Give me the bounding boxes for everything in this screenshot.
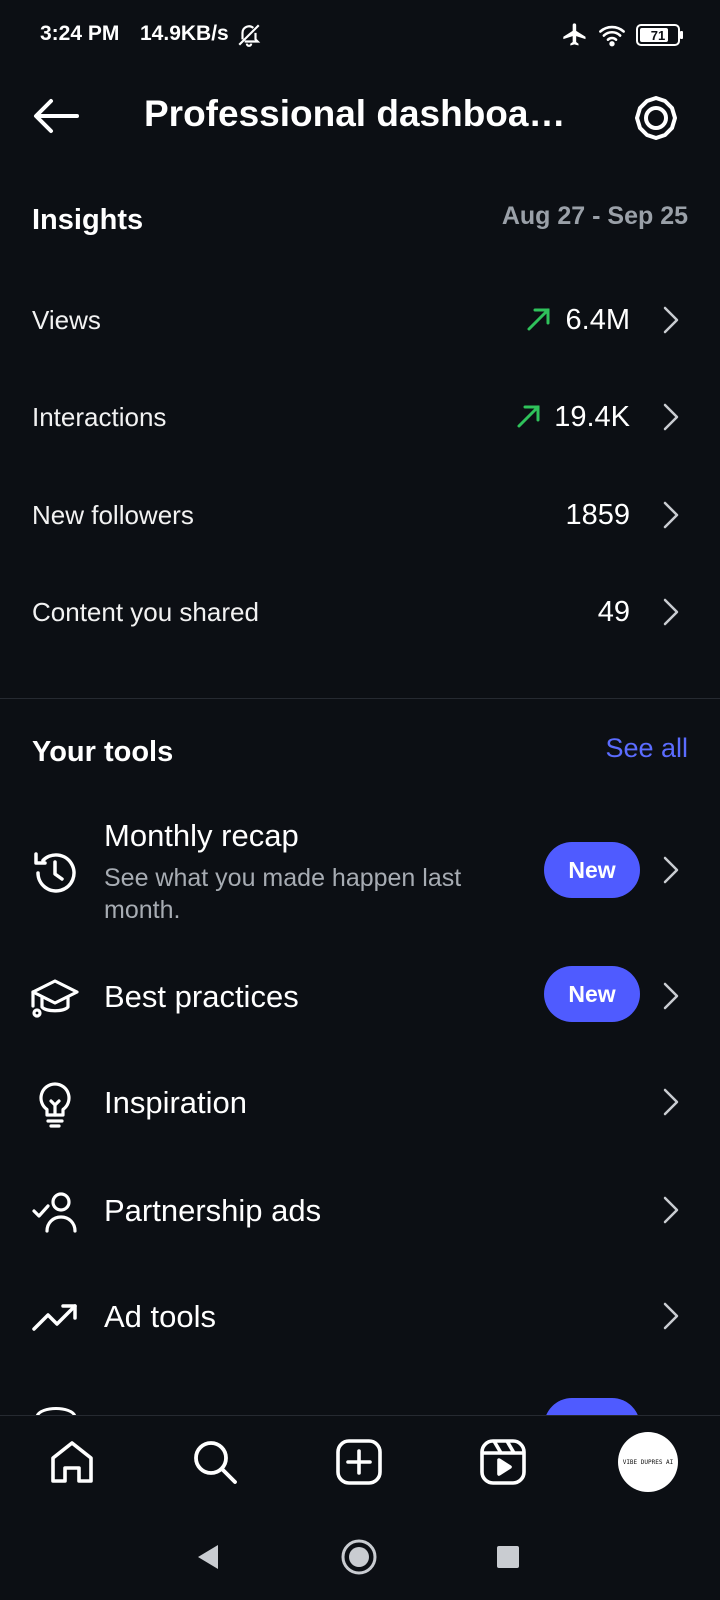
nav-search[interactable] [187, 1434, 243, 1490]
lightbulb-icon [39, 1082, 71, 1128]
tool-title: Ad tools [104, 1299, 217, 1334]
chevron-right-icon [663, 306, 679, 334]
partial-tool-icon [35, 1407, 77, 1416]
nav-reels[interactable] [475, 1434, 531, 1490]
arrow-left-icon [34, 99, 79, 133]
nav-home[interactable] [44, 1434, 100, 1490]
new-badge: New [544, 966, 640, 1022]
status-time: 3:24 PM [40, 22, 120, 45]
chevron-right-icon [663, 1302, 679, 1330]
metric-value: 49 [597, 596, 630, 628]
metric-value: 1859 [565, 499, 630, 531]
bottom-nav: VIBE DUPRES AI [0, 1415, 720, 1516]
battery-level: 71 [651, 28, 665, 43]
airplane-icon [561, 21, 589, 49]
metric-value: 6.4M [565, 304, 630, 336]
system-back-button[interactable] [186, 1535, 230, 1579]
metric-label: Interactions [32, 402, 167, 432]
status-network-speed: 14.9KB/s [140, 22, 229, 45]
status-bar: 3:24 PM 14.9KB/s 71 [0, 0, 720, 70]
system-recents-button[interactable] [486, 1535, 530, 1579]
chevron-right-icon [663, 501, 679, 529]
new-badge: New [544, 842, 640, 898]
tool-subtitle: See what you made happen last month. [104, 864, 462, 924]
system-home-button[interactable] [337, 1535, 381, 1579]
trend-up-icon [32, 1304, 77, 1331]
trend-up-arrow-icon [517, 405, 540, 428]
bell-off-icon [236, 22, 262, 48]
chevron-right-icon [663, 982, 679, 1010]
chevron-right-icon [663, 598, 679, 626]
tools-heading: Your tools [32, 736, 174, 768]
chevron-right-icon [663, 1196, 679, 1224]
insights-row-content-shared[interactable]: Content you shared 49 [0, 564, 720, 660]
insights-date-range: Aug 27 - Sep 25 [501, 202, 688, 230]
tool-row-ad-tools[interactable]: Ad tools [0, 1272, 720, 1364]
circle-home-icon [341, 1539, 377, 1575]
user-check-icon [32, 1192, 77, 1233]
chevron-right-icon [663, 403, 679, 431]
insights-row-new-followers[interactable]: New followers 1859 [0, 467, 720, 563]
metric-label: Views [32, 305, 101, 335]
tool-row-partnership-ads[interactable]: Partnership ads [0, 1166, 720, 1258]
metric-label: New followers [32, 500, 194, 530]
system-nav [0, 1515, 720, 1600]
create-icon [336, 1439, 382, 1485]
settings-button[interactable] [624, 86, 688, 150]
avatar-text: VIBE DUPRES AI [622, 1458, 674, 1466]
see-all-link[interactable]: See all [605, 733, 688, 764]
tool-title: Best practices [104, 979, 299, 1014]
graduation-cap-icon [31, 979, 79, 1018]
header: Professional dashboa… [0, 70, 720, 190]
chevron-right-icon [663, 856, 679, 884]
battery-icon: 71 [636, 24, 684, 46]
search-icon [194, 1441, 237, 1484]
home-icon [51, 1441, 93, 1483]
metric-value: 19.4K [554, 401, 630, 433]
reels-icon [480, 1439, 526, 1485]
back-button[interactable] [26, 86, 86, 146]
tool-title: Monthly recap [104, 818, 299, 853]
triangle-back-icon [198, 1545, 218, 1569]
trend-up-arrow-icon [527, 308, 550, 331]
tool-title: Inspiration [104, 1085, 248, 1120]
history-clock-icon [34, 852, 76, 893]
insights-heading: Insights [32, 204, 144, 236]
metric-label: Content you shared [32, 597, 259, 627]
nav-profile-avatar[interactable]: VIBE DUPRES AI [618, 1432, 678, 1492]
tool-row-best-practices[interactable]: Best practices New [0, 952, 720, 1044]
tool-row-monthly-recap[interactable]: Monthly recap See what you made happen l… [0, 810, 720, 930]
page-title: Professional dashboa… [144, 93, 566, 134]
insights-row-interactions[interactable]: Interactions 19.4K [0, 369, 720, 465]
square-recents-icon [497, 1546, 519, 1568]
chevron-right-icon [663, 1088, 679, 1116]
tool-row-inspiration[interactable]: Inspiration [0, 1058, 720, 1150]
wifi-icon [597, 21, 627, 49]
tool-title: Partnership ads [104, 1193, 322, 1228]
nav-create[interactable] [331, 1434, 387, 1490]
section-divider [0, 698, 720, 699]
insights-row-views[interactable]: Views 6.4M [0, 272, 720, 368]
gear-icon [635, 96, 677, 140]
